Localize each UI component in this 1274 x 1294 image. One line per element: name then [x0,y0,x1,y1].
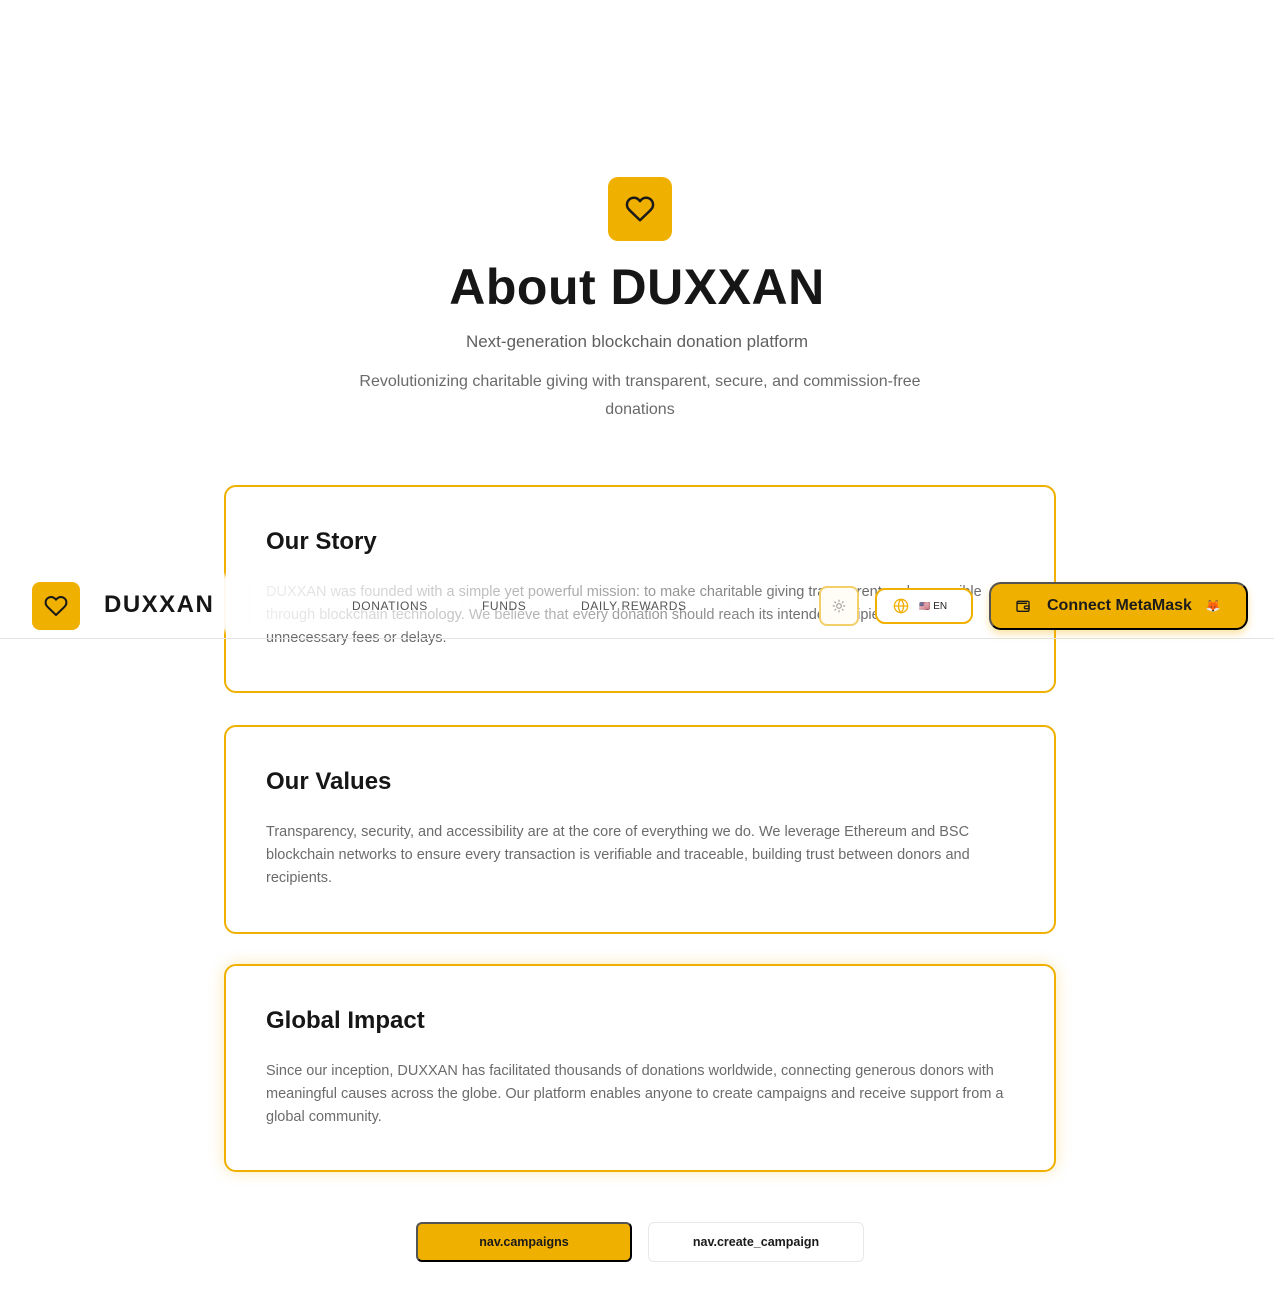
hero-heart-badge [608,177,672,241]
card-global-impact: Global Impact Since our inception, DUXXA… [224,964,1056,1172]
page-title: About DUXXAN [449,259,825,315]
language-code: EN [933,600,948,612]
nav-donations[interactable]: DONATIONS [352,599,428,613]
connect-metamask-button[interactable]: Connect MetaMask 🦊 [989,582,1248,630]
card-our-values: Our Values Transparency, security, and a… [224,725,1056,934]
create-campaign-button[interactable]: nav.create_campaign [648,1222,864,1262]
heart-icon [625,196,655,222]
language-selector[interactable]: 🇺🇸 EN [875,588,973,624]
metamask-fox-icon: 🦊 [1205,599,1221,613]
nav-daily-rewards[interactable]: DAILY REWARDS [581,599,687,613]
card-text: Since our inception, DUXXAN has facilita… [266,1063,1004,1125]
flag-icon: 🇺🇸 [919,600,931,611]
logo-badge[interactable] [32,582,80,630]
page-subtitle: Next-generation blockchain donation plat… [465,332,809,351]
card-title: Our Values [266,768,392,795]
heart-icon [44,596,68,616]
globe-icon [893,598,909,614]
theme-toggle-button[interactable] [819,586,859,626]
nav-funds[interactable]: FUNDS [482,599,526,613]
card-title: Our Story [266,528,377,555]
card-title: Global Impact [266,1007,425,1034]
page-tagline: Revolutionizing charitable giving with t… [359,373,921,418]
brand-name[interactable]: DUXXAN [104,591,214,619]
connect-label: Connect MetaMask [1047,597,1192,614]
site-header: DUXXAN DONATIONS FUNDS DAILY REWARDS 🇺🇸 … [0,575,1274,639]
card-text: Transparency, security, and accessibilit… [266,824,970,886]
wallet-icon [1016,600,1030,612]
campaigns-button[interactable]: nav.campaigns [416,1222,632,1262]
sun-icon [832,599,846,613]
